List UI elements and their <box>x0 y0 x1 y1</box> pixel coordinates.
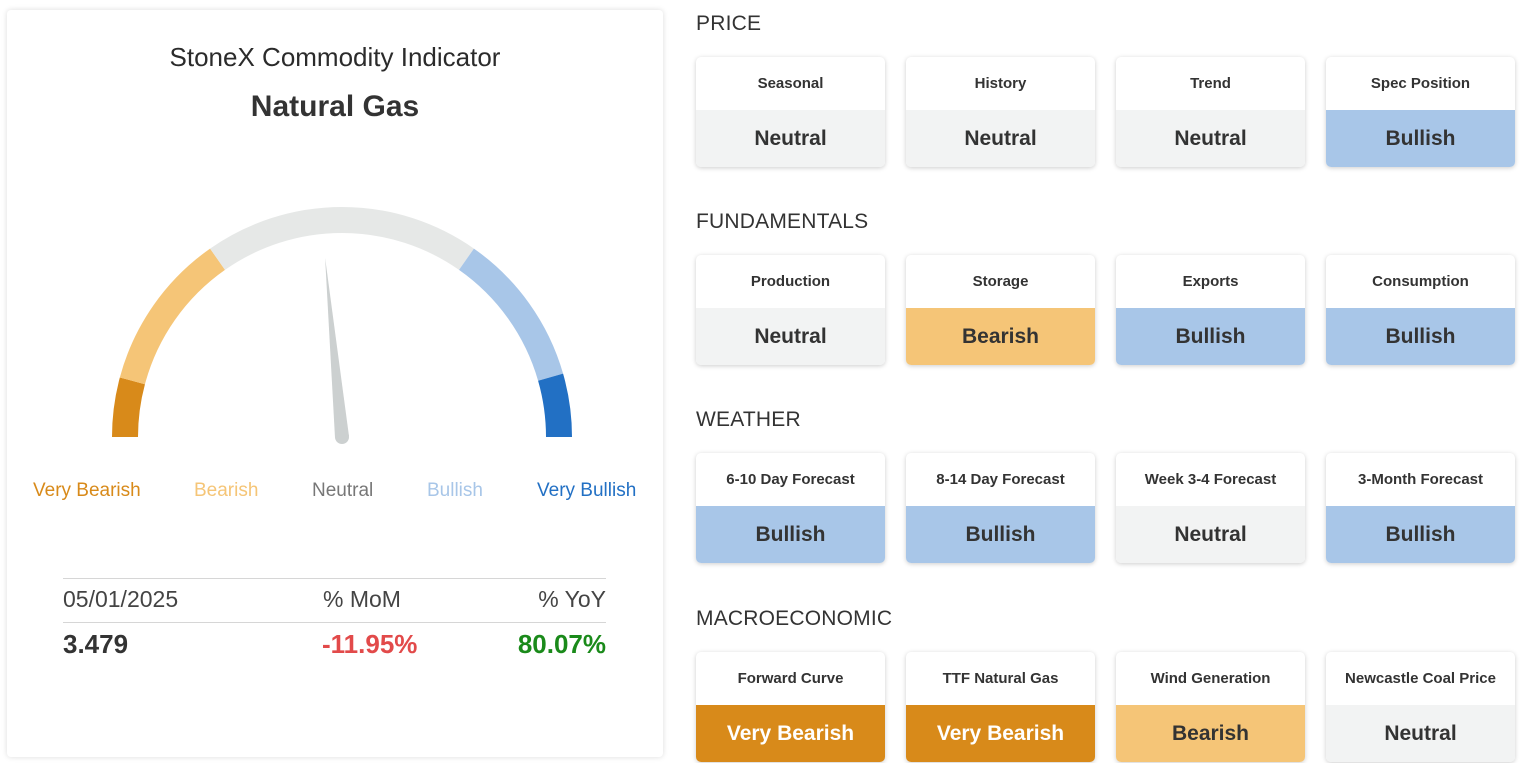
card-status: Neutral <box>1326 705 1515 762</box>
scale-label-very-bullish: Very Bullish <box>537 480 637 501</box>
card-newcastle-coal-price: Newcastle Coal Price Neutral <box>1326 652 1515 762</box>
card-label: Production <box>750 273 831 290</box>
card-status: Bullish <box>1116 308 1305 365</box>
stats-mom-header: % MoM <box>323 586 401 612</box>
card-history: History Neutral <box>906 57 1095 167</box>
card-label: Consumption <box>1372 273 1469 290</box>
card-status: Bullish <box>1326 110 1515 167</box>
stats-yoy-value: 80.07% <box>517 629 606 659</box>
card-label: Newcastle Coal Price <box>1345 670 1496 687</box>
card-label: Trend <box>1190 75 1231 92</box>
section-title-fundamentals: FUNDAMENTALS <box>696 210 869 233</box>
section-title-price: PRICE <box>696 12 762 35</box>
card-status: Bearish <box>1116 705 1305 762</box>
indicator-panel: StoneX Commodity Indicator Natural Gas V… <box>7 10 663 757</box>
stats-divider-middle <box>63 622 606 623</box>
stats-price: 3.479 <box>63 629 129 659</box>
card-spec-position: Spec Position Bullish <box>1326 57 1515 167</box>
card-8-14-day-forecast: 8-14 Day Forecast Bullish <box>906 453 1095 563</box>
card-status: Neutral <box>1116 110 1305 167</box>
card-trend: Trend Neutral <box>1116 57 1305 167</box>
card-label: History <box>974 75 1027 92</box>
stats-yoy-header: % YoY <box>538 586 606 612</box>
gauge-segment-neutral <box>210 206 474 270</box>
card-seasonal: Seasonal Neutral <box>696 57 885 167</box>
scale-label-bullish: Bullish <box>427 480 483 501</box>
card-status: Bullish <box>1326 506 1515 563</box>
card-status: Neutral <box>696 308 885 365</box>
gauge-segment-very-bearish <box>112 377 146 438</box>
card-status: Very Bearish <box>906 705 1095 762</box>
card-forward-curve: Forward Curve Very Bearish <box>696 652 885 762</box>
gauge-segment-bearish <box>119 248 226 385</box>
card-wind-generation: Wind Generation Bearish <box>1116 652 1305 762</box>
card-label: Spec Position <box>1370 75 1471 92</box>
card-label: TTF Natural Gas <box>942 670 1059 687</box>
card-status: Neutral <box>696 110 885 167</box>
gauge-segment-bullish <box>458 248 564 381</box>
scale-label-very-bearish: Very Bearish <box>33 480 141 501</box>
card-label: 8-14 Day Forecast <box>936 471 1065 488</box>
stats-divider-top <box>63 578 606 579</box>
gauge-segment-very-bullish <box>538 373 572 438</box>
card-status: Very Bearish <box>696 705 885 762</box>
card-label: Seasonal <box>757 75 824 92</box>
card-ttf-natural-gas: TTF Natural Gas Very Bearish <box>906 652 1095 762</box>
section-title-macroeconomic: MACROECONOMIC <box>696 607 893 630</box>
card-week-3-4-forecast: Week 3-4 Forecast Neutral <box>1116 453 1305 563</box>
card-status: Bullish <box>906 506 1095 563</box>
card-6-10-day-forecast: 6-10 Day Forecast Bullish <box>696 453 885 563</box>
card-label: 3-Month Forecast <box>1357 471 1483 488</box>
card-status: Bullish <box>696 506 885 563</box>
card-status: Neutral <box>1116 506 1305 563</box>
scale-label-neutral: Neutral <box>312 480 374 501</box>
card-label: Wind Generation <box>1150 670 1271 687</box>
card-label: Forward Curve <box>737 670 844 687</box>
card-status: Bearish <box>906 308 1095 365</box>
gauge-needle <box>325 257 349 438</box>
stats-date: 05/01/2025 <box>63 586 179 612</box>
card-exports: Exports Bullish <box>1116 255 1305 365</box>
gauge-needle-hub <box>335 430 349 444</box>
card-3-month-forecast: 3-Month Forecast Bullish <box>1326 453 1515 563</box>
card-status: Neutral <box>906 110 1095 167</box>
card-label: Exports <box>1182 273 1239 290</box>
card-label: 6-10 Day Forecast <box>726 471 855 488</box>
scale-label-bearish: Bearish <box>194 480 259 501</box>
card-status: Bullish <box>1326 308 1515 365</box>
sentiment-gauge <box>112 206 572 444</box>
section-title-weather: WEATHER <box>696 408 801 431</box>
stats-mom-value: -11.95% <box>322 629 418 659</box>
card-storage: Storage Bearish <box>906 255 1095 365</box>
card-label: Week 3-4 Forecast <box>1144 471 1277 488</box>
card-consumption: Consumption Bullish <box>1326 255 1515 365</box>
card-production: Production Neutral <box>696 255 885 365</box>
card-label: Storage <box>972 273 1029 290</box>
